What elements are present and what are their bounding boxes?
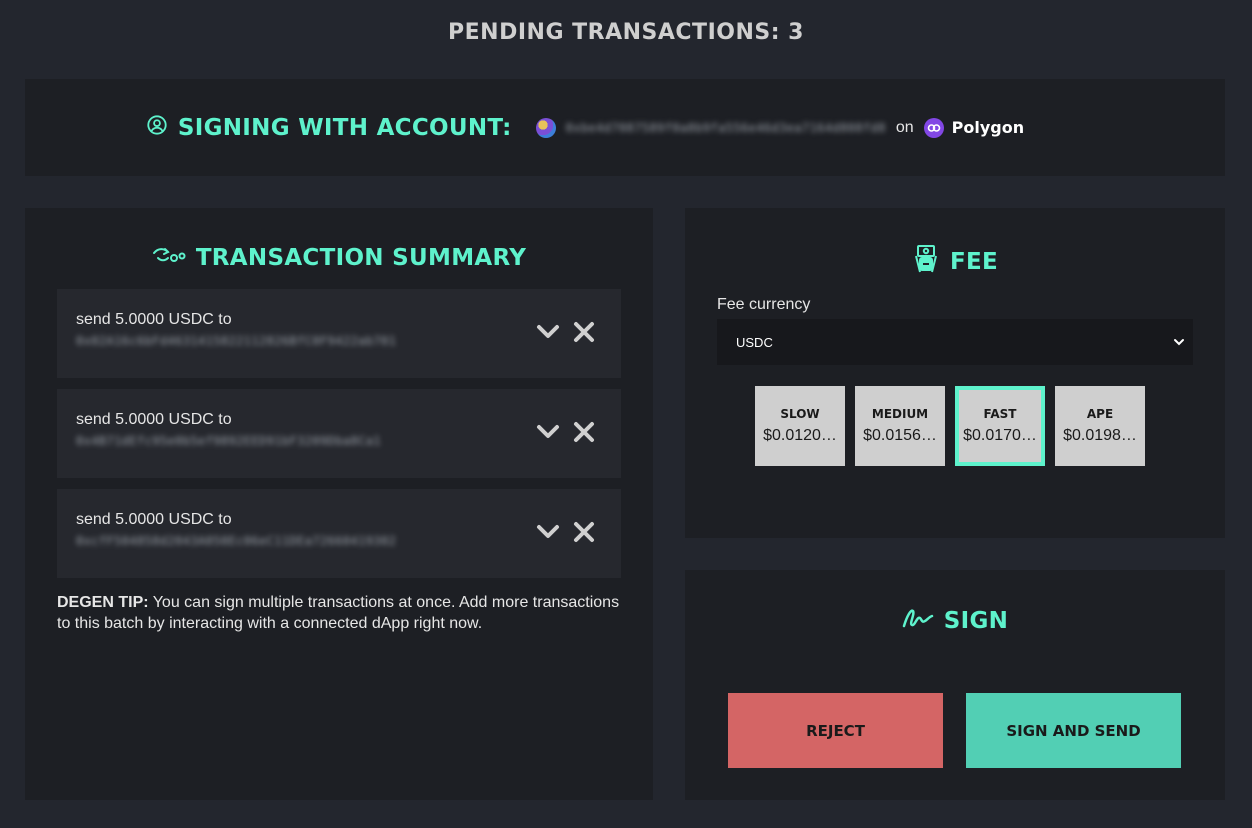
transaction-actions <box>535 419 597 445</box>
transaction-address: 0x4B71dEfc95e0b5ef9892EED91bF3209Dba8Ca1 <box>76 434 381 448</box>
fee-option-medium[interactable]: MEDIUM $0.0156… <box>855 386 945 466</box>
transaction-actions <box>535 319 597 345</box>
on-text: on <box>895 118 914 136</box>
fee-heading-group: FEE <box>685 244 1225 279</box>
chevron-down-icon[interactable] <box>535 419 561 445</box>
transaction-address: 0xcfF504858d2043A050Ec06eC11DEa726604193… <box>76 534 397 548</box>
fee-option-slow[interactable]: SLOW $0.0120… <box>755 386 845 466</box>
polygon-icon <box>923 117 944 138</box>
fee-option-price: $0.0156… <box>863 427 937 444</box>
fee-option-price: $0.0198… <box>1063 427 1137 444</box>
sign-panel: SIGN REJECT SIGN AND SEND <box>685 570 1225 800</box>
transaction-item: send 5.0000 USDC to 0x4B71dEfc95e0b5ef98… <box>57 389 621 478</box>
chevron-down-icon[interactable] <box>535 319 561 345</box>
chain-name: Polygon <box>951 118 1025 137</box>
transaction-text: send 5.0000 USDC to <box>76 511 232 528</box>
sign-heading-group: SIGN <box>685 606 1225 635</box>
transaction-text: send 5.0000 USDC to <box>76 411 232 428</box>
transaction-text: send 5.0000 USDC to <box>76 311 232 328</box>
summary-heading: TRANSACTION SUMMARY <box>195 244 527 271</box>
sign-heading: SIGN <box>943 607 1009 634</box>
transaction-item: send 5.0000 USDC to 0xcfF504858d2043A050… <box>57 489 621 578</box>
fee-heading: FEE <box>949 248 999 275</box>
close-icon[interactable] <box>571 319 597 345</box>
account-row: SIGNING WITH ACCOUNT: 0xbe4d7087589f0a8b… <box>25 79 1225 176</box>
transaction-item: send 5.0000 USDC to 0x02A16c6bFd46314158… <box>57 289 621 378</box>
fee-currency-select[interactable]: USDC <box>717 319 1193 365</box>
account-avatar <box>535 117 556 138</box>
account-label-group: SIGNING WITH ACCOUNT: <box>146 114 512 141</box>
fee-speed-options: SLOW $0.0120… MEDIUM $0.0156… FAST $0.01… <box>755 386 1145 466</box>
chevron-down-icon <box>1173 335 1185 350</box>
close-icon[interactable] <box>571 419 597 445</box>
sign-and-send-button[interactable]: SIGN AND SEND <box>966 693 1181 768</box>
reject-button[interactable]: REJECT <box>728 693 943 768</box>
fee-option-name: FAST <box>983 407 1017 421</box>
close-icon[interactable] <box>571 519 597 545</box>
fee-option-fast[interactable]: FAST $0.0170… <box>955 386 1045 466</box>
transaction-address: 0x02A16c6bFd4631415822112826BfC0F9422ab7… <box>76 334 397 348</box>
transaction-summary-panel: TRANSACTION SUMMARY send 5.0000 USDC to … <box>25 208 653 800</box>
page-title: PENDING TRANSACTIONS: 3 <box>448 20 804 45</box>
fee-option-ape[interactable]: APE $0.0198… <box>1055 386 1145 466</box>
account-label: SIGNING WITH ACCOUNT: <box>177 114 512 141</box>
fee-panel: FEE Fee currency USDC SLOW $0.0120… MEDI… <box>685 208 1225 538</box>
fee-option-name: MEDIUM <box>871 407 929 421</box>
signature-icon <box>902 606 934 635</box>
fee-currency-value: USDC <box>736 334 773 350</box>
fee-option-name: APE <box>1086 407 1114 421</box>
transfer-icon <box>152 244 186 271</box>
money-icon <box>912 244 940 279</box>
degen-tip: DEGEN TIP: You can sign multiple transac… <box>57 592 627 634</box>
fee-currency-label: Fee currency <box>717 296 811 313</box>
chevron-down-icon[interactable] <box>535 519 561 545</box>
transaction-actions <box>535 519 597 545</box>
summary-heading-group: TRANSACTION SUMMARY <box>25 244 653 271</box>
fee-option-name: SLOW <box>780 407 820 421</box>
fee-option-price: $0.0120… <box>763 427 837 444</box>
fee-option-price: $0.0170… <box>963 427 1037 444</box>
tip-label: DEGEN TIP: <box>57 594 149 611</box>
user-circle-icon <box>146 114 168 141</box>
account-address[interactable]: 0xbe4d7087589f0a8b9fa556e46d3ea7164d808f… <box>566 121 886 135</box>
account-panel: SIGNING WITH ACCOUNT: 0xbe4d7087589f0a8b… <box>25 79 1225 176</box>
